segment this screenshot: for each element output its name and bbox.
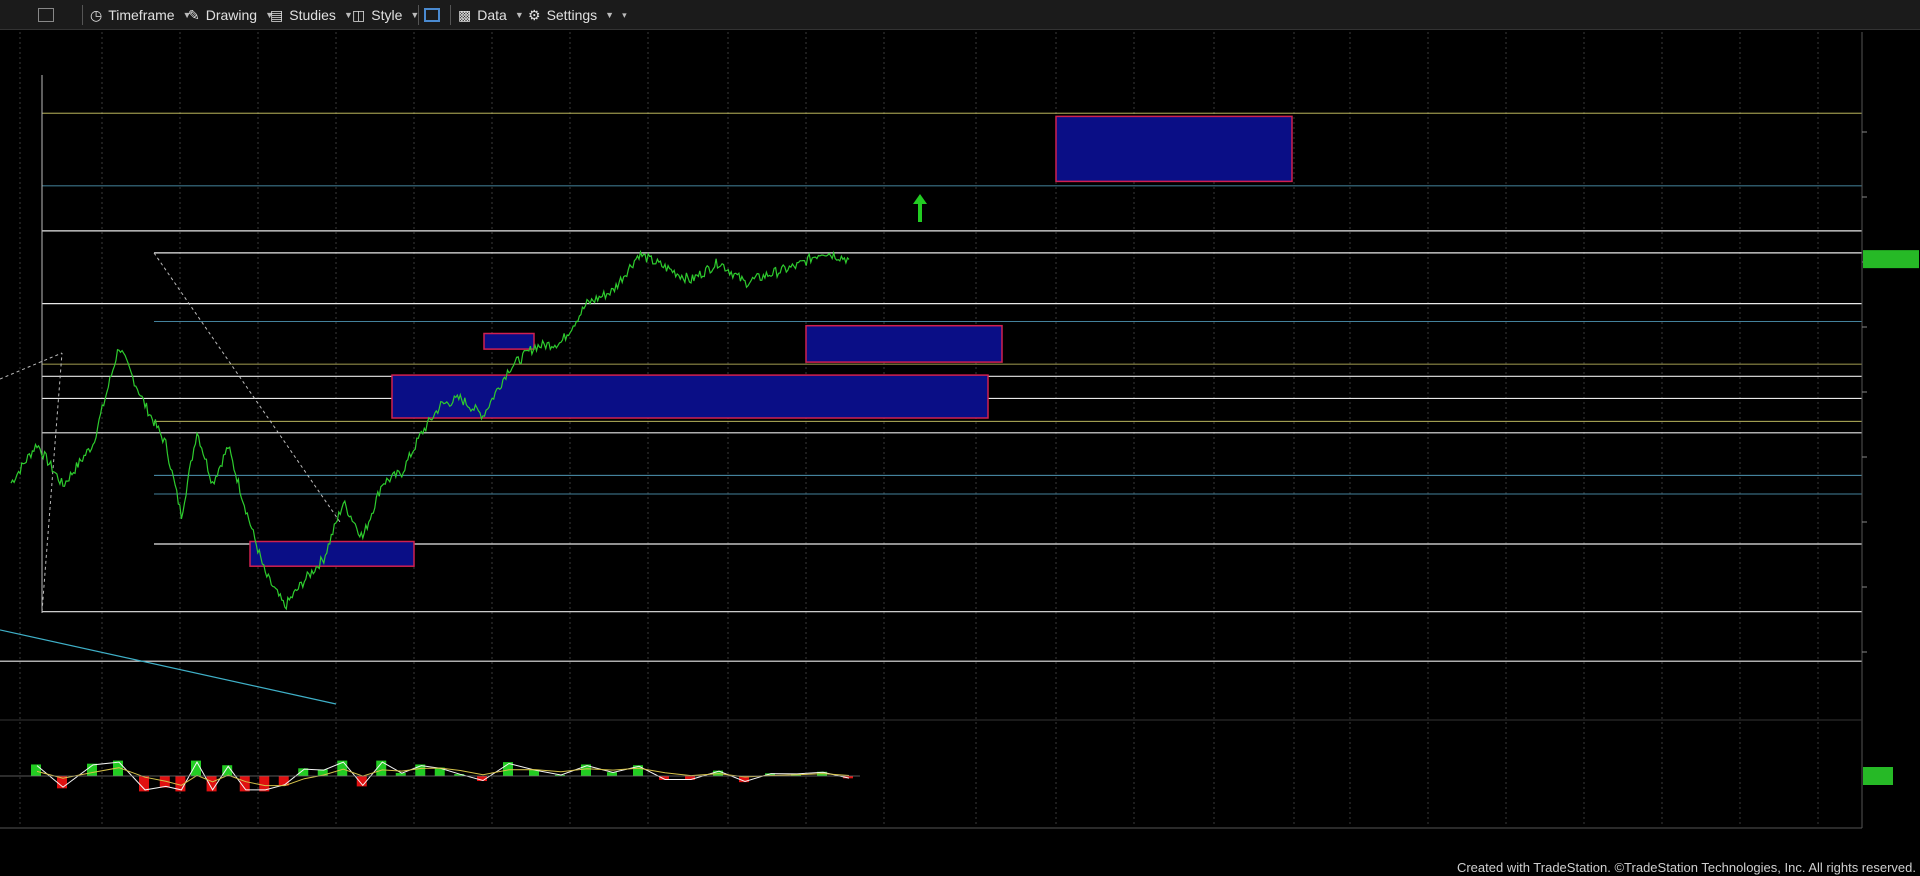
toolbar: ◷ Timeframe ▼ ✎ Drawing ▼ ▤ Studies ▼ ◫ … — [0, 0, 1920, 30]
up-arrow-icon — [913, 194, 927, 222]
window-icon — [38, 8, 54, 22]
chevron-down-icon: ▼ — [514, 10, 524, 20]
studies-icon: ▤ — [270, 6, 284, 23]
channel-line — [0, 629, 337, 705]
gear-icon: ⚙ — [528, 6, 541, 23]
dashed-trendline — [153, 252, 341, 523]
window-button[interactable] — [38, 4, 54, 26]
style-icon: ◫ — [352, 6, 366, 23]
price-series — [10, 249, 850, 611]
layout-icon — [424, 8, 440, 22]
data-menu[interactable]: ▩ Data ▼ — [458, 4, 524, 26]
macd-panel — [0, 760, 1893, 792]
macd-histogram-bar — [31, 764, 41, 776]
macd-histogram-bar — [222, 765, 233, 776]
style-menu[interactable]: ◫ Style ▼ — [352, 4, 419, 26]
pencil-icon: ✎ — [188, 6, 200, 23]
target-zone-box — [483, 332, 535, 350]
drawing-menu[interactable]: ✎ Drawing ▼ — [188, 4, 274, 26]
price-line — [10, 249, 850, 611]
style-label: Style — [371, 7, 403, 23]
settings-label: Settings — [546, 7, 598, 23]
data-label: Data — [477, 7, 507, 23]
chart-canvas[interactable] — [0, 0, 1920, 876]
layout-button[interactable] — [424, 4, 440, 26]
studies-menu[interactable]: ▤ Studies ▼ — [270, 4, 353, 26]
bar-chart-icon: ▩ — [458, 6, 472, 23]
chevron-down-icon: ▼ — [605, 10, 615, 20]
studies-label: Studies — [289, 7, 336, 23]
clock-icon: ◷ — [90, 6, 103, 23]
timeframe-menu[interactable]: ◷ Timeframe ▼ — [90, 4, 192, 26]
target-zones — [249, 115, 1293, 567]
chart-axes — [0, 32, 1919, 829]
chart-grid — [19, 32, 1819, 825]
macd-histogram-bar — [395, 772, 406, 776]
macd-histogram-bar — [278, 776, 289, 786]
target-zone-box — [391, 374, 989, 419]
timeframe-label: Timeframe — [108, 7, 175, 23]
target-zone-box — [1055, 115, 1293, 183]
settings-menu[interactable]: ⚙ Settings ▼ ▾ — [528, 4, 627, 26]
macd-last-marker — [1863, 767, 1893, 785]
footer-copyright: Created with TradeStation. ©TradeStation… — [1456, 860, 1916, 875]
target-zone-box — [805, 324, 1003, 363]
drawing-label: Drawing — [205, 7, 258, 23]
dashed-trendline — [0, 352, 63, 380]
target-zone-box — [249, 540, 415, 567]
last-price-marker — [1863, 250, 1919, 269]
overflow-icon: ▾ — [622, 9, 627, 20]
